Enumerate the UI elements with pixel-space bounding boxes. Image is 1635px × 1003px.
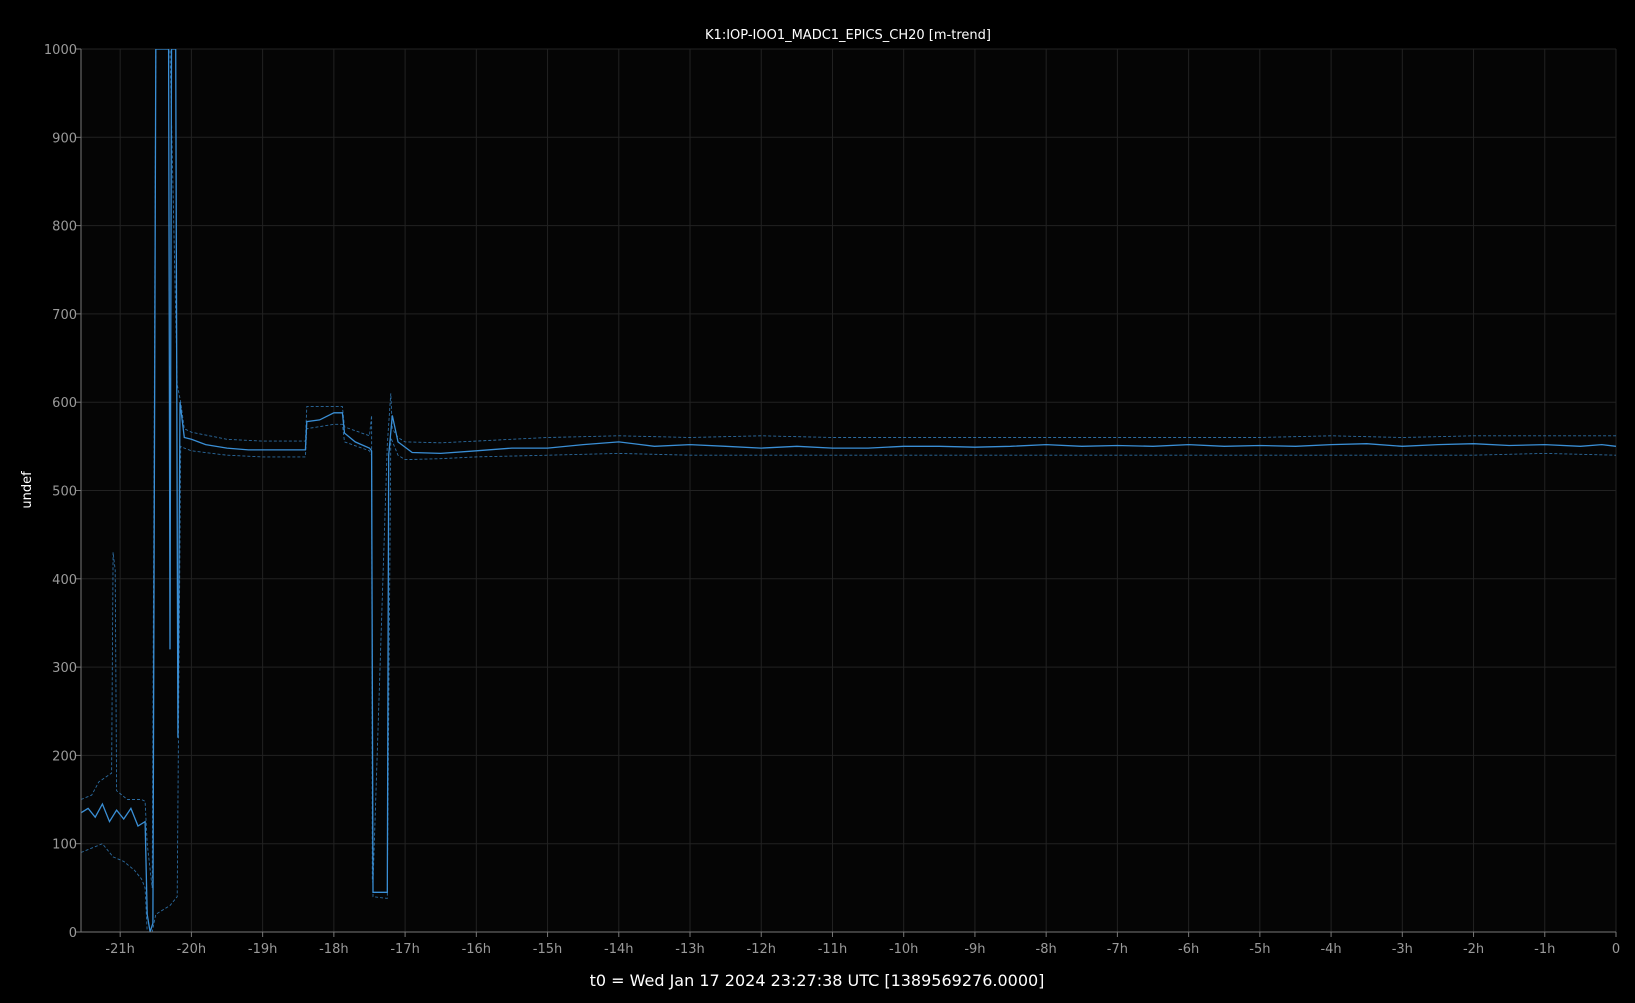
- y-tick-labels: 0 100 200 300 400 500 600 700 800 900 1000: [44, 43, 77, 941]
- x-tick-label: -17h: [390, 942, 419, 957]
- x-tick-label: -8h: [1036, 942, 1057, 957]
- x-axis-label: t0 = Wed Jan 17 2024 23:27:38 UTC [13895…: [590, 971, 1045, 990]
- x-tick-label: -6h: [1178, 942, 1199, 957]
- x-tick-label: -12h: [747, 942, 776, 957]
- x-tick-labels: -21h -20h -19h -18h -17h -16h -15h -14h -13h -12h…: [105, 942, 1620, 957]
- x-tick-label: -7h: [1107, 942, 1128, 957]
- x-tick-label: -10h: [889, 942, 918, 957]
- y-tick-label: 400: [52, 573, 77, 588]
- x-tick-label: -15h: [533, 942, 562, 957]
- x-tick-label: -11h: [818, 942, 847, 957]
- y-tick-label: 500: [52, 485, 77, 500]
- x-tick-label: -20h: [177, 942, 206, 957]
- y-tick-label: 900: [52, 131, 77, 146]
- x-tick-label: -3h: [1392, 942, 1413, 957]
- y-tick-label: 100: [52, 838, 77, 853]
- x-tick-label: -5h: [1249, 942, 1270, 957]
- x-tick-label: -1h: [1534, 942, 1555, 957]
- chart-title: K1:IOP-IOO1_MADC1_EPICS_CH20 [m-trend]: [705, 28, 991, 43]
- y-tick-label: 200: [52, 749, 77, 764]
- y-tick-label: 700: [52, 308, 77, 323]
- trend-chart: -21h -20h -19h -18h -17h -16h -15h -14h -13h -12h…: [20, 28, 1620, 990]
- x-tick-label: -16h: [462, 942, 491, 957]
- x-tick-label: 0: [1612, 942, 1620, 957]
- y-tick-label: 800: [52, 220, 77, 235]
- y-tick-label: 1000: [44, 43, 77, 58]
- y-tick-label: 600: [52, 396, 77, 411]
- x-tick-label: -2h: [1463, 942, 1484, 957]
- y-axis-label: undef: [20, 471, 35, 509]
- x-tick-label: -21h: [105, 942, 134, 957]
- x-tick-label: -4h: [1320, 942, 1341, 957]
- x-tick-label: -13h: [675, 942, 704, 957]
- x-tick-label: -9h: [964, 942, 985, 957]
- y-tick-label: 0: [69, 926, 77, 941]
- x-tick-label: -18h: [319, 942, 348, 957]
- x-tick-label: -14h: [604, 942, 633, 957]
- x-tick-label: -19h: [248, 942, 277, 957]
- y-tick-label: 300: [52, 661, 77, 676]
